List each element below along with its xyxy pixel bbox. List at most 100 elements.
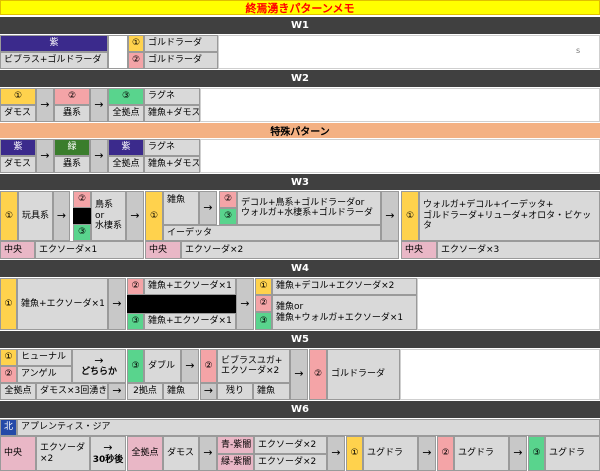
w3-option-2: デコル+鳥系+ゴルドラーダor ウォルガ+水棲系+ゴルドラーダ [237, 191, 381, 225]
w4-num-2a: ② [127, 278, 144, 295]
special-arrow-2: → [90, 139, 108, 173]
w3-exoda-1: エクソーダ×1 [35, 241, 144, 259]
w3-num-3b: ③ [219, 208, 237, 225]
w5-num-2: ② [0, 366, 17, 383]
w3-header: W3 [0, 174, 600, 190]
w3-exoda-2: エクソーダ×2 [181, 241, 399, 259]
w5-arrow-d: → [200, 383, 217, 400]
w5-num-2b: ② [200, 349, 217, 383]
w3-arrow-4: → [381, 191, 399, 241]
w6-arrow-a: → [103, 441, 113, 454]
w6-30s-block: → 30秒後 [90, 436, 126, 471]
w6-header: W6 [0, 401, 600, 418]
w4-num-2b: ② [255, 295, 272, 312]
w3-ideta: イーデッタ [163, 225, 381, 241]
w6-arrow-d: → [418, 436, 436, 471]
w5-bibras: ビブラスユガ+ エクソーダ×2 [217, 349, 290, 383]
w2-empty [200, 88, 600, 122]
w2-result-top: ラグネ [144, 88, 200, 105]
page-title-text: 終焉湧きパターンメモ [245, 1, 355, 15]
w6-center: 中央 [0, 436, 36, 471]
w3-zako: 雑魚 [163, 191, 199, 225]
w5-dochira-block: → どちらか [72, 349, 126, 383]
w4-arrow-2: → [236, 278, 254, 330]
w6-yugdra-1: ユグドラ [363, 436, 418, 471]
w3-alt: 鳥系or 水棲系 [91, 191, 126, 241]
w3-exoda-3: エクソーダ×3 [437, 241, 600, 259]
w5-gold: ゴルドラーダ [327, 349, 400, 400]
w6-num-3: ③ [528, 436, 545, 471]
w6-arrow-e: → [509, 436, 527, 471]
w1-empty [218, 35, 600, 69]
w2-header: W2 [0, 70, 600, 87]
w6-num-2: ② [437, 436, 454, 471]
w1-result-2: ゴルドラーダ [144, 52, 218, 69]
w3-arrow-2: → [126, 191, 144, 241]
w3-final: ウォルガ+デコル+イーデッタ+ ゴルドラーダ+リューダ+オロタ・ビケッタ [419, 191, 600, 241]
w6-damos: ダモス [163, 436, 199, 471]
w3-num-3a: ③ [73, 224, 91, 241]
w5-num-3: ③ [127, 349, 144, 383]
w5-arrow-b: → [108, 383, 126, 400]
w3-center-2: 中央 [145, 241, 181, 259]
w6-yugdra-3: ユグドラ [545, 436, 600, 471]
w3-toy: 玩具系 [18, 191, 53, 241]
w6-exoda-b: エクソーダ×2 [254, 436, 327, 454]
w3-num-2b: ② [219, 191, 237, 208]
w4-left: 雑魚+エクソーダ×1 [17, 278, 108, 330]
w3-arrow-1: → [53, 191, 70, 241]
w6-base: 全拠点 [127, 436, 163, 471]
w3-black-block [73, 208, 91, 224]
w4-arrow-1: → [108, 278, 126, 330]
w4-middle-top: 雑魚+エクソーダ×1 [144, 278, 236, 295]
w6-exoda: エクソーダ ×2 [36, 436, 90, 471]
w5-header: W5 [0, 331, 600, 348]
w2-arrow-1: → [36, 88, 54, 122]
special-arrow-1: → [36, 139, 54, 173]
w1-header: W1 [0, 17, 600, 34]
w2-num-2: ② [54, 88, 90, 105]
w5-double: ダブル [144, 349, 181, 383]
w2-num-3: ③ [108, 88, 144, 105]
w3-center-3: 中央 [401, 241, 437, 259]
w5-arrow-c: → [181, 349, 199, 383]
w2-base-1: ダモス [0, 105, 36, 122]
special-header: 特殊パターン [0, 123, 600, 138]
w3-center-1: 中央 [0, 241, 35, 259]
w4-num-1b: ① [255, 278, 272, 295]
w6-north: 北 [0, 419, 17, 436]
w6-arrow-c: → [327, 436, 345, 471]
w3-arrow-3: → [199, 191, 217, 225]
w1-spacer [108, 35, 128, 69]
w2-arrow-2: → [90, 88, 108, 122]
w3-num-1c: ① [401, 191, 419, 241]
w6-green-purple: 緑-紫闇 [217, 454, 254, 471]
w6-num-1: ① [346, 436, 363, 471]
special-green: 緑 [54, 139, 90, 156]
w2-num-1: ① [0, 88, 36, 105]
w3-num-1: ① [0, 191, 18, 241]
w2-base-3: 全拠点 [108, 105, 144, 122]
w4-header: W4 [0, 260, 600, 277]
special-base-1: ダモス [0, 156, 36, 173]
w5-zako: 雑魚 [163, 383, 199, 400]
w5-dochira: どちらか [80, 367, 117, 378]
w2-base-2: 蟲系 [54, 105, 90, 122]
special-empty [200, 139, 600, 173]
w4-num-1: ① [0, 278, 17, 330]
w6-arrow-b: → [199, 436, 217, 471]
w6-apprentice: アプレンティス・ジア [17, 419, 600, 436]
w5-arrow-e: → [290, 349, 308, 400]
w1-left-bottom: ビブラス+ゴルドラーダ [0, 52, 108, 69]
w5-angel: アンゲル [17, 366, 72, 383]
w5-num-2c: ② [309, 349, 327, 400]
special-purple-1: 紫 [0, 139, 36, 156]
special-result-bottom: 雑魚+ダモス [144, 156, 200, 173]
w5-empty [400, 349, 600, 400]
special-result-top: ラグネ [144, 139, 200, 156]
w6-exoda-c: エクソーダ×2 [254, 454, 327, 471]
page-title: 終焉湧きパターンメモ [0, 0, 600, 15]
w6-30s: 30秒後 [92, 454, 124, 465]
w5-remain: 残り [217, 383, 253, 400]
w1-purple-cell: 紫 [0, 35, 108, 52]
